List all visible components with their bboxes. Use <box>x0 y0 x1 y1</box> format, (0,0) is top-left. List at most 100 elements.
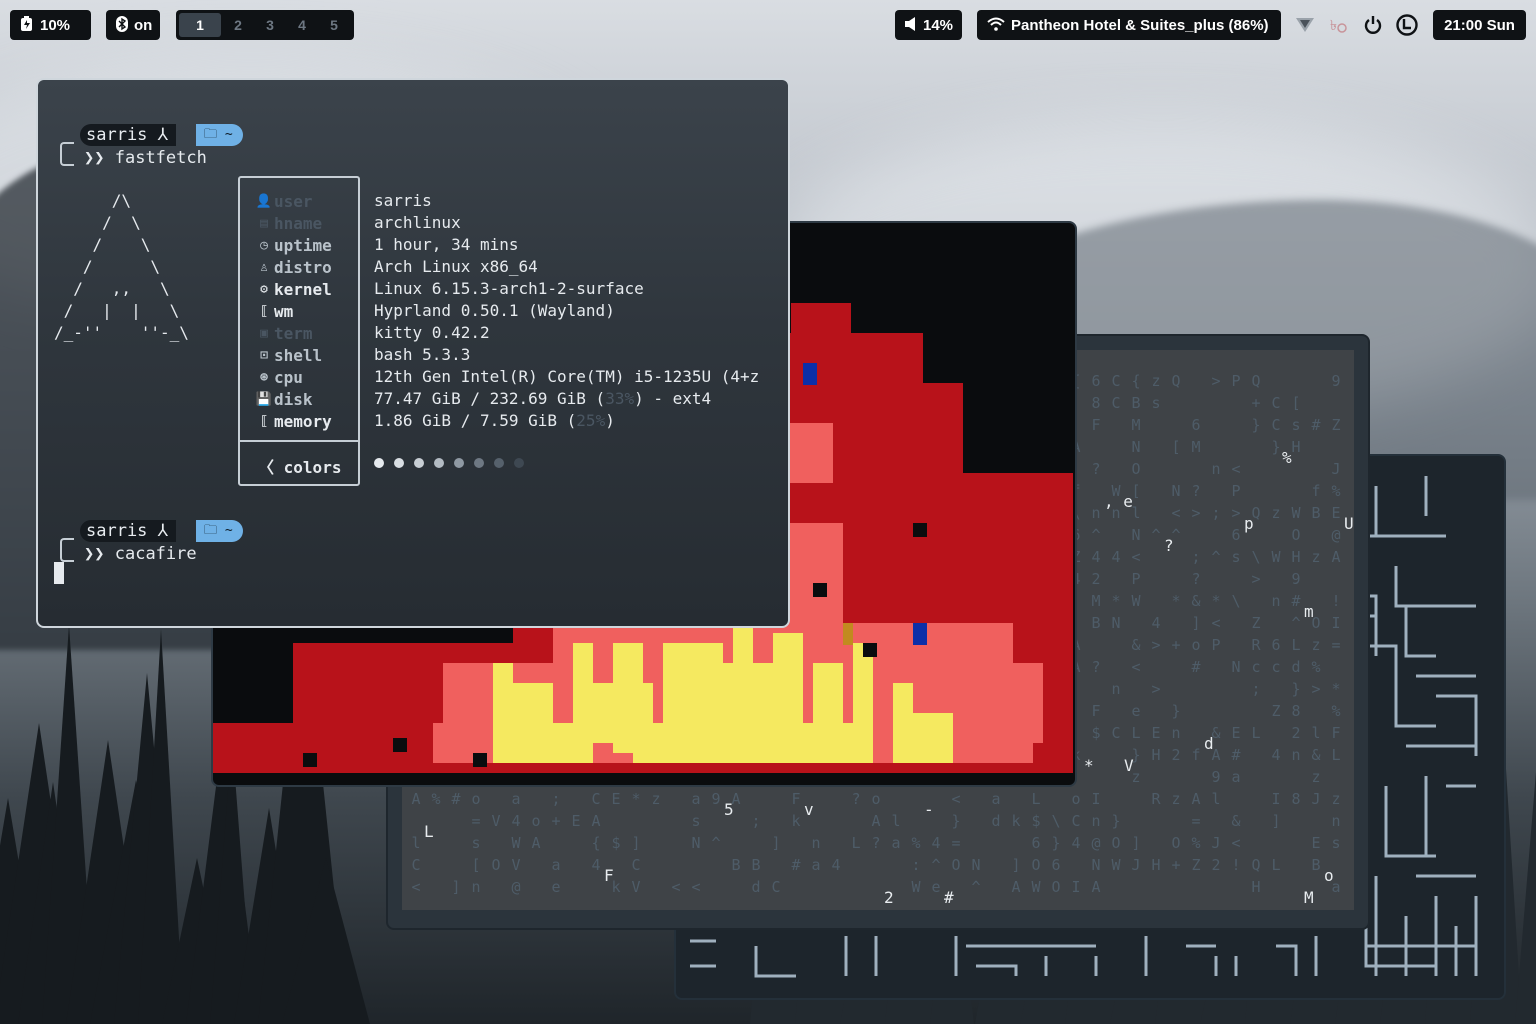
clock-app-icon[interactable] <box>1396 14 1418 36</box>
logo-line: / | | \ <box>54 301 180 320</box>
disk-icon: 💾 <box>255 391 273 407</box>
fire-cell <box>863 643 877 657</box>
prompt-user: sarris ⅄ <box>80 124 177 146</box>
chip-icon: ⊛ <box>260 369 268 385</box>
workspace-4[interactable]: 4 <box>286 13 318 37</box>
clock[interactable]: 21:00 Sun <box>1433 10 1526 40</box>
fastfetch-key-hname: ▤ hname <box>254 212 332 234</box>
color-swatch <box>374 458 384 468</box>
matrix-glyph: d <box>1204 734 1214 753</box>
matrix-column: 6 M ? > ; ? & ] o # f A = % Z <box>1191 416 1201 874</box>
workspace-5[interactable]: 5 <box>318 13 350 37</box>
matrix-column: C C W n 4 * N n C } O W <box>1111 372 1121 874</box>
bluetooth-value: on <box>134 16 153 34</box>
matrix-column: 9 Z J % E @ A ! I = * % F L z n s a <box>1331 372 1341 896</box>
terminal-cursor[interactable] <box>54 562 64 584</box>
value-text: 77.47 GiB / 232.69 GiB ( <box>374 389 606 408</box>
speaker-icon <box>905 16 917 34</box>
matrix-column: z s ^ 4 > > E H R H <box>1151 372 1161 874</box>
logo-line: /_-'' ''-_\ <box>54 323 189 342</box>
prompt-dir-path: ~ <box>224 523 233 538</box>
fastfetch-key-label: disk <box>274 389 313 409</box>
logo-line: / \ <box>54 257 160 276</box>
fastfetch-value-uptime: 1 hour, 34 mins <box>374 235 519 254</box>
matrix-glyph: - <box>924 800 934 819</box>
fire-cell <box>493 663 513 763</box>
volume-value: 14% <box>923 16 954 34</box>
workspace-1[interactable]: 1 <box>179 13 221 37</box>
colors-label: 〈 colors <box>258 454 341 478</box>
fastfetch-key-label: memory <box>274 411 332 431</box>
fastfetch-key-distro: ♙ distro <box>254 256 332 278</box>
arch-ascii-logo: /\ / \ / \ / \ / ,, \ / | | \ /_-'' ''-_\ <box>54 190 189 344</box>
color-swatch <box>394 458 404 468</box>
wifi-indicator[interactable]: Pantheon Hotel & Suites_plus (86%) <box>977 10 1281 40</box>
logo-line: / \ <box>54 235 151 254</box>
matrix-column: Q + } Q \ > Z R c ; L Q H <box>1251 372 1261 896</box>
battery-value: 10% <box>40 16 71 34</box>
chevron-left-icon: 〈 <box>258 458 275 477</box>
color-swatch <box>434 458 444 468</box>
fastfetch-values: sarris archlinux 1 hour, 34 mins Arch Linux… <box>374 190 759 432</box>
prompt-directory: 🗀 ~ <box>196 124 243 146</box>
battery-indicator[interactable]: 10% <box>10 10 91 40</box>
fastfetch-value-cpu: 12th Gen Intel(R) Core(TM) i5-1235U (4+z <box>374 367 760 386</box>
fastfetch-value-shell: bash 5.3.3 <box>374 345 471 364</box>
user-icon: 👤 <box>255 193 273 209</box>
fastfetch-key-uptime: ◷ uptime <box>254 234 332 256</box>
fastfetch-key-label: user <box>274 191 313 211</box>
fastfetch-key-label: uptime <box>274 235 332 255</box>
value-percent: 25% <box>576 411 606 430</box>
fastfetch-key-disk: 💾 disk <box>254 388 332 410</box>
matrix-glyph: m <box>1304 602 1314 621</box>
prompt-dir-path: ~ <box>224 127 233 142</box>
input-method-icon[interactable]: ৳ <box>1327 14 1349 36</box>
fastfetch-key-wm: ⟦ wm <box>254 300 332 322</box>
power-icon[interactable] <box>1362 14 1384 36</box>
fastfetch-key-label: shell <box>274 345 323 365</box>
prompt-user: sarris ⅄ <box>80 520 177 542</box>
fire-cell <box>913 523 927 537</box>
battery-charging-icon <box>20 15 34 35</box>
svg-text:৳: ৳ <box>1330 18 1337 34</box>
matrix-column: P < P > 6 s \ N E # a & < ! <box>1231 372 1241 874</box>
workspace-2[interactable]: 2 <box>222 13 254 37</box>
matrix-column: # f B z O z % > l & z J E B <box>1311 416 1321 874</box>
command-text: cacafire <box>114 544 197 564</box>
kitty-terminal-window[interactable]: sarris ⅄ 🗀 ~ ❯❯ fastfetch /\ / \ / \ / \… <box>36 78 790 628</box>
vpn-icon[interactable] <box>1294 14 1316 36</box>
divider <box>240 440 358 442</box>
workspace-3[interactable]: 3 <box>254 13 286 37</box>
matrix-glyph: U <box>1344 514 1354 533</box>
memory-icon: ⟦ <box>260 413 268 429</box>
fire-cell <box>633 723 853 763</box>
logo-line: / ,, \ <box>54 279 170 298</box>
matrix-column: { B M N O [ l N < P W & < e L } z ] J <box>1131 372 1141 874</box>
colors-text: colors <box>283 458 342 477</box>
fire-cell <box>913 623 927 645</box>
matrix-glyph: % <box>1282 448 1292 467</box>
value-text: ) - ext4 <box>634 389 712 408</box>
bluetooth-indicator[interactable]: on <box>106 10 160 40</box>
volume-indicator[interactable]: 14% <box>895 10 962 40</box>
tux-icon: ♙ <box>260 259 268 275</box>
matrix-glyph: v <box>804 800 814 819</box>
color-swatch <box>454 458 464 468</box>
matrix-column: 6 8 F ? n ^ 4 2 M B ? F $ I n @ N A <box>1091 372 1101 896</box>
matrix-column: Q [ N < ^ * + } n 2 z O + <box>1171 372 1181 874</box>
folder-icon: 🗀 <box>204 127 218 142</box>
fastfetch-keys: 👤 user ▤ hname ◷ uptime ♙ distro ⚙ kernel ⟦ wm ▣ term… <box>254 190 332 432</box>
fastfetch-key-label: wm <box>274 301 294 321</box>
fastfetch-key-label: kernel <box>274 279 332 299</box>
matrix-glyph: 5 <box>724 800 734 819</box>
logo-line: /\ <box>54 191 132 210</box>
fire-cell <box>303 753 317 767</box>
matrix-glyph: ? <box>1164 536 1174 555</box>
fastfetch-key-label: cpu <box>274 367 303 387</box>
command-line: ❯❯ fastfetch <box>84 148 207 168</box>
fire-cell <box>893 683 913 763</box>
prompt-directory: 🗀 ~ <box>196 520 243 542</box>
fastfetch-key-user: 👤 user <box>254 190 332 212</box>
matrix-glyph: # <box>944 888 954 907</box>
fastfetch-key-term: ▣ term <box>254 322 332 344</box>
